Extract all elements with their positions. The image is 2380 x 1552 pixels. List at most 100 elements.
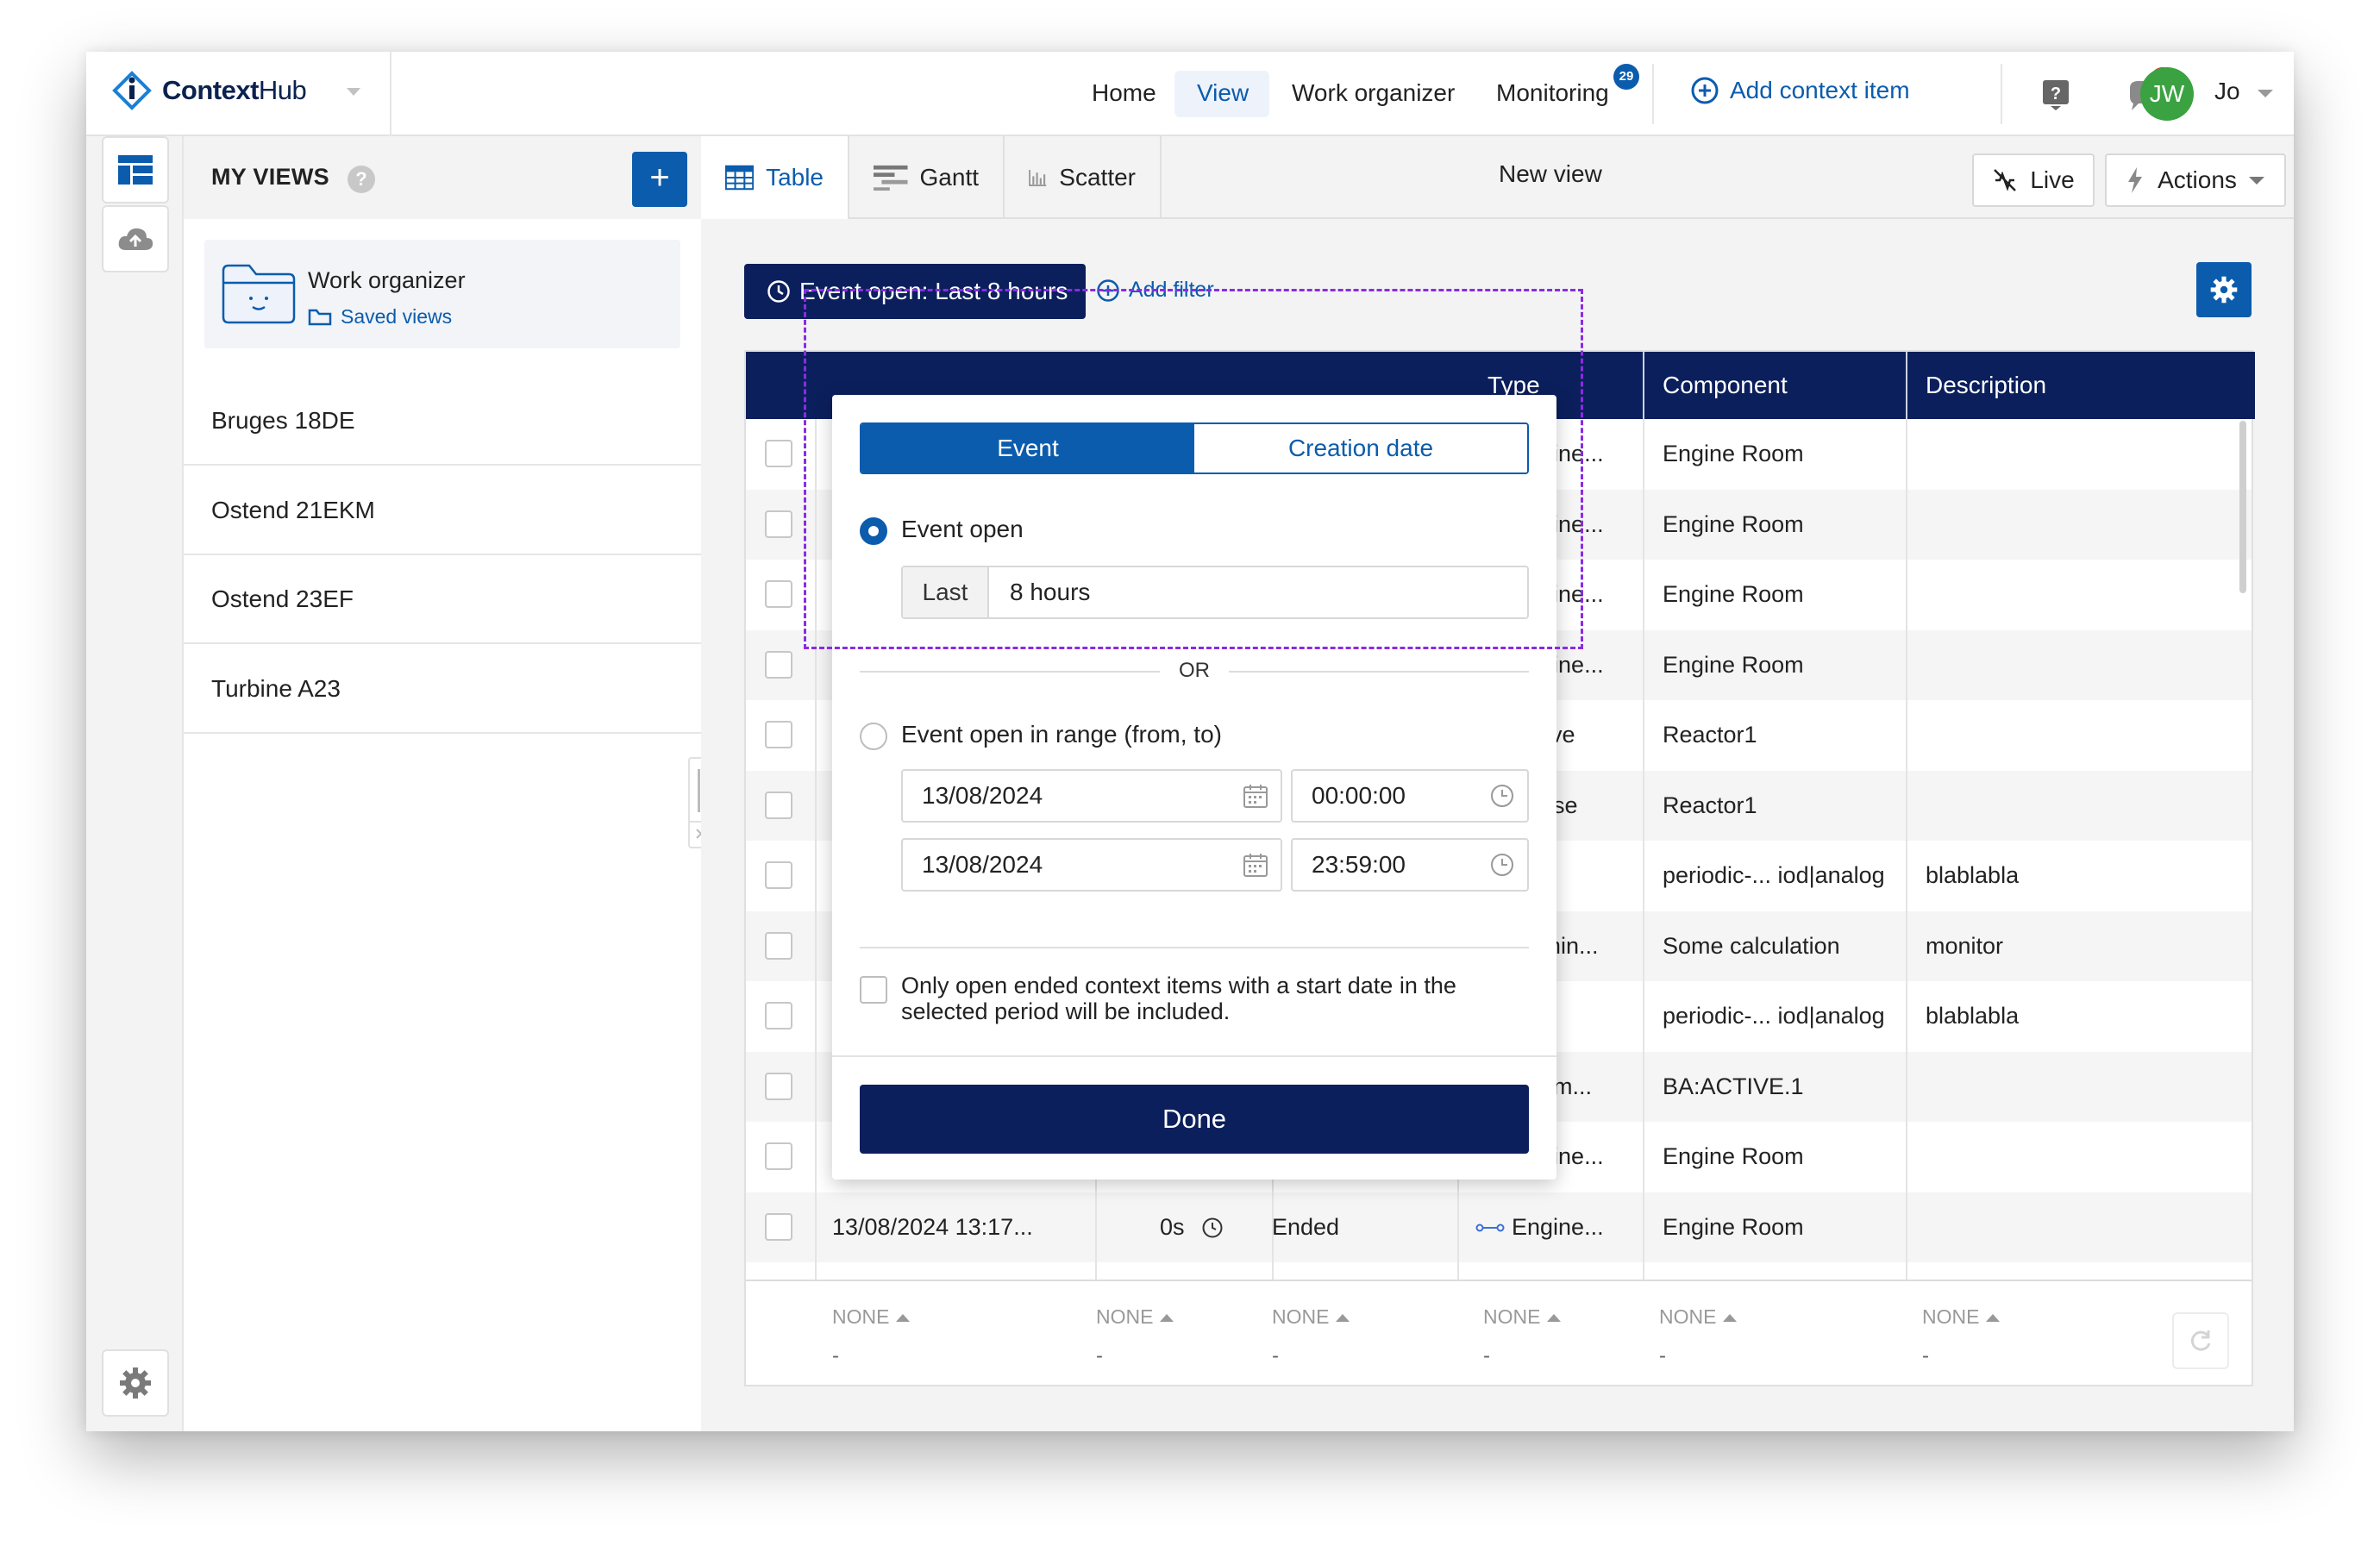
contexthub-logo[interactable]: ContextHub [112,71,307,110]
row-checkbox[interactable] [765,510,792,538]
row-checkbox[interactable] [765,791,792,819]
cell-description: blablabla [1926,862,2020,888]
clock-icon[interactable] [1489,852,1515,878]
row-checkbox[interactable] [765,1212,792,1241]
active-filter-chip[interactable]: Event open: Last 8 hours [744,264,1086,319]
add-context-item-button[interactable]: Add context item [1690,76,1910,105]
settings-rail-button[interactable] [102,1349,169,1417]
cell-component: Engine Room [1663,441,1804,466]
cell-description: monitor [1926,932,2004,959]
column-header-description[interactable]: Description [1926,352,2046,419]
done-button[interactable]: Done [860,1085,1529,1154]
refresh-button[interactable] [2172,1312,2229,1369]
help-icon: ? [2043,80,2069,110]
add-filter-button[interactable]: Add filter [1096,278,1214,303]
view-name[interactable]: New view [1499,160,1602,188]
table-settings-button[interactable] [2196,262,2252,317]
view-item[interactable]: Bruges 18DE [184,376,701,466]
table-row[interactable]: 13/08/2024 13:17... 0s Ended Engine... Engin… [746,1192,2252,1262]
radio-event-open-range[interactable] [860,723,887,750]
refresh-icon [2190,1330,2211,1351]
cell-status: Ended [1272,1213,1340,1240]
nav-monitoring[interactable]: Monitoring [1496,76,1609,110]
aggregation-cell[interactable]: NONE - [1922,1305,2001,1368]
last-prefix: Last [903,567,989,617]
last-duration-value[interactable]: 8 hours [989,567,1090,617]
app-switcher-caret-icon[interactable] [347,88,360,96]
live-toggle-button[interactable]: Live [1972,153,2095,207]
chevron-down-icon [2248,176,2264,185]
work-organizer-card[interactable]: Work organizer Saved views [204,240,680,348]
user-avatar[interactable]: JW [2140,67,2194,121]
tab-table[interactable]: Table [701,136,849,219]
saved-views-link[interactable]: Saved views [308,305,452,329]
divider [390,52,391,136]
aggregation-cell[interactable]: NONE - [1272,1305,1350,1368]
my-views-title: MY VIEWS [211,164,329,190]
my-views-header: MY VIEWS ? + [184,136,701,219]
open-ended-checkbox-label: Only open ended context items with a sta… [901,973,1456,1024]
to-date-input[interactable]: 13/08/2024 [901,838,1282,892]
from-time-input[interactable]: 00:00:00 [1291,769,1529,823]
calendar-icon[interactable] [1243,852,1268,878]
views-rail-button[interactable] [102,136,169,203]
clock-icon [767,280,790,303]
work-organizer-title: Work organizer [308,267,466,293]
segment-creation-date[interactable]: Creation date [1194,424,1527,472]
my-views-panel: MY VIEWS ? + Work organizer Saved views … [184,136,701,1431]
help-icon[interactable]: ? [348,166,375,193]
cell-duration: 0s [1160,1213,1185,1240]
radio-event-open[interactable] [860,517,887,545]
last-duration-field[interactable]: Last 8 hours [901,566,1529,619]
chevron-up-icon [1986,1314,2001,1322]
row-checkbox[interactable] [765,931,792,960]
aggregation-cell[interactable]: NONE - [1483,1305,1562,1368]
actions-menu-button[interactable]: Actions [2105,153,2286,207]
cell-component: BA:ACTIVE.1 [1663,1073,1804,1099]
nav-view[interactable]: View [1197,76,1249,110]
row-checkbox[interactable] [765,1002,792,1029]
user-name[interactable]: Jo [2214,78,2240,105]
upload-rail-button[interactable] [102,205,169,272]
row-checkbox[interactable] [765,580,792,608]
row-checkbox[interactable] [765,721,792,748]
nav-work-organizer[interactable]: Work organizer [1292,76,1455,110]
add-view-button[interactable]: + [632,152,687,207]
view-tabs-bar: Table Gantt Scatter New view Live Action… [701,136,2294,219]
user-menu-caret-icon[interactable] [2258,90,2273,97]
views-list: Work organizer Saved views Bruges 18DE O… [184,219,701,1431]
row-checkbox[interactable] [765,440,792,467]
view-item[interactable]: Turbine A23 [184,644,701,734]
clock-icon[interactable] [1489,783,1515,809]
clock-icon [1202,1217,1223,1237]
column-header-component[interactable]: Component [1663,352,1788,419]
cell-description: blablabla [1926,1003,2020,1029]
row-checkbox[interactable] [765,1072,792,1100]
help-button[interactable]: ? [2042,79,2070,115]
aggregation-cell[interactable]: NONE - [1659,1305,1738,1368]
actions-label: Actions [2158,166,2237,193]
cell-component: periodic-... iod|analog [1663,1003,1885,1029]
from-date-input[interactable]: 13/08/2024 [901,769,1282,823]
row-checkbox[interactable] [765,1142,792,1170]
view-item[interactable]: Ostend 23EF [184,554,701,644]
tab-gantt[interactable]: Gantt [849,136,1005,219]
table-icon [725,165,755,191]
cell-component: Engine Room [1663,581,1804,607]
nav-home[interactable]: Home [1092,76,1156,110]
calendar-icon[interactable] [1243,783,1268,809]
segment-event[interactable]: Event [861,424,1194,472]
view-item[interactable]: Ostend 21EKM [184,466,701,555]
row-checkbox[interactable] [765,861,792,889]
to-time-input[interactable]: 23:59:00 [1291,838,1529,892]
table-scrollbar[interactable] [2239,421,2246,593]
tab-scatter[interactable]: Scatter [1005,136,1162,219]
row-checkbox[interactable] [765,650,792,679]
aggregation-cell[interactable]: NONE - [832,1305,911,1368]
aggregation-cell[interactable]: NONE - [1096,1305,1174,1368]
chevron-up-icon [896,1314,911,1322]
top-navigation: ContextHub Home View Work organizer Moni… [86,52,2294,136]
cell-component: periodic-... iod|analog [1663,862,1885,888]
open-ended-checkbox[interactable] [860,976,887,1004]
tab-table-label: Table [766,164,824,191]
